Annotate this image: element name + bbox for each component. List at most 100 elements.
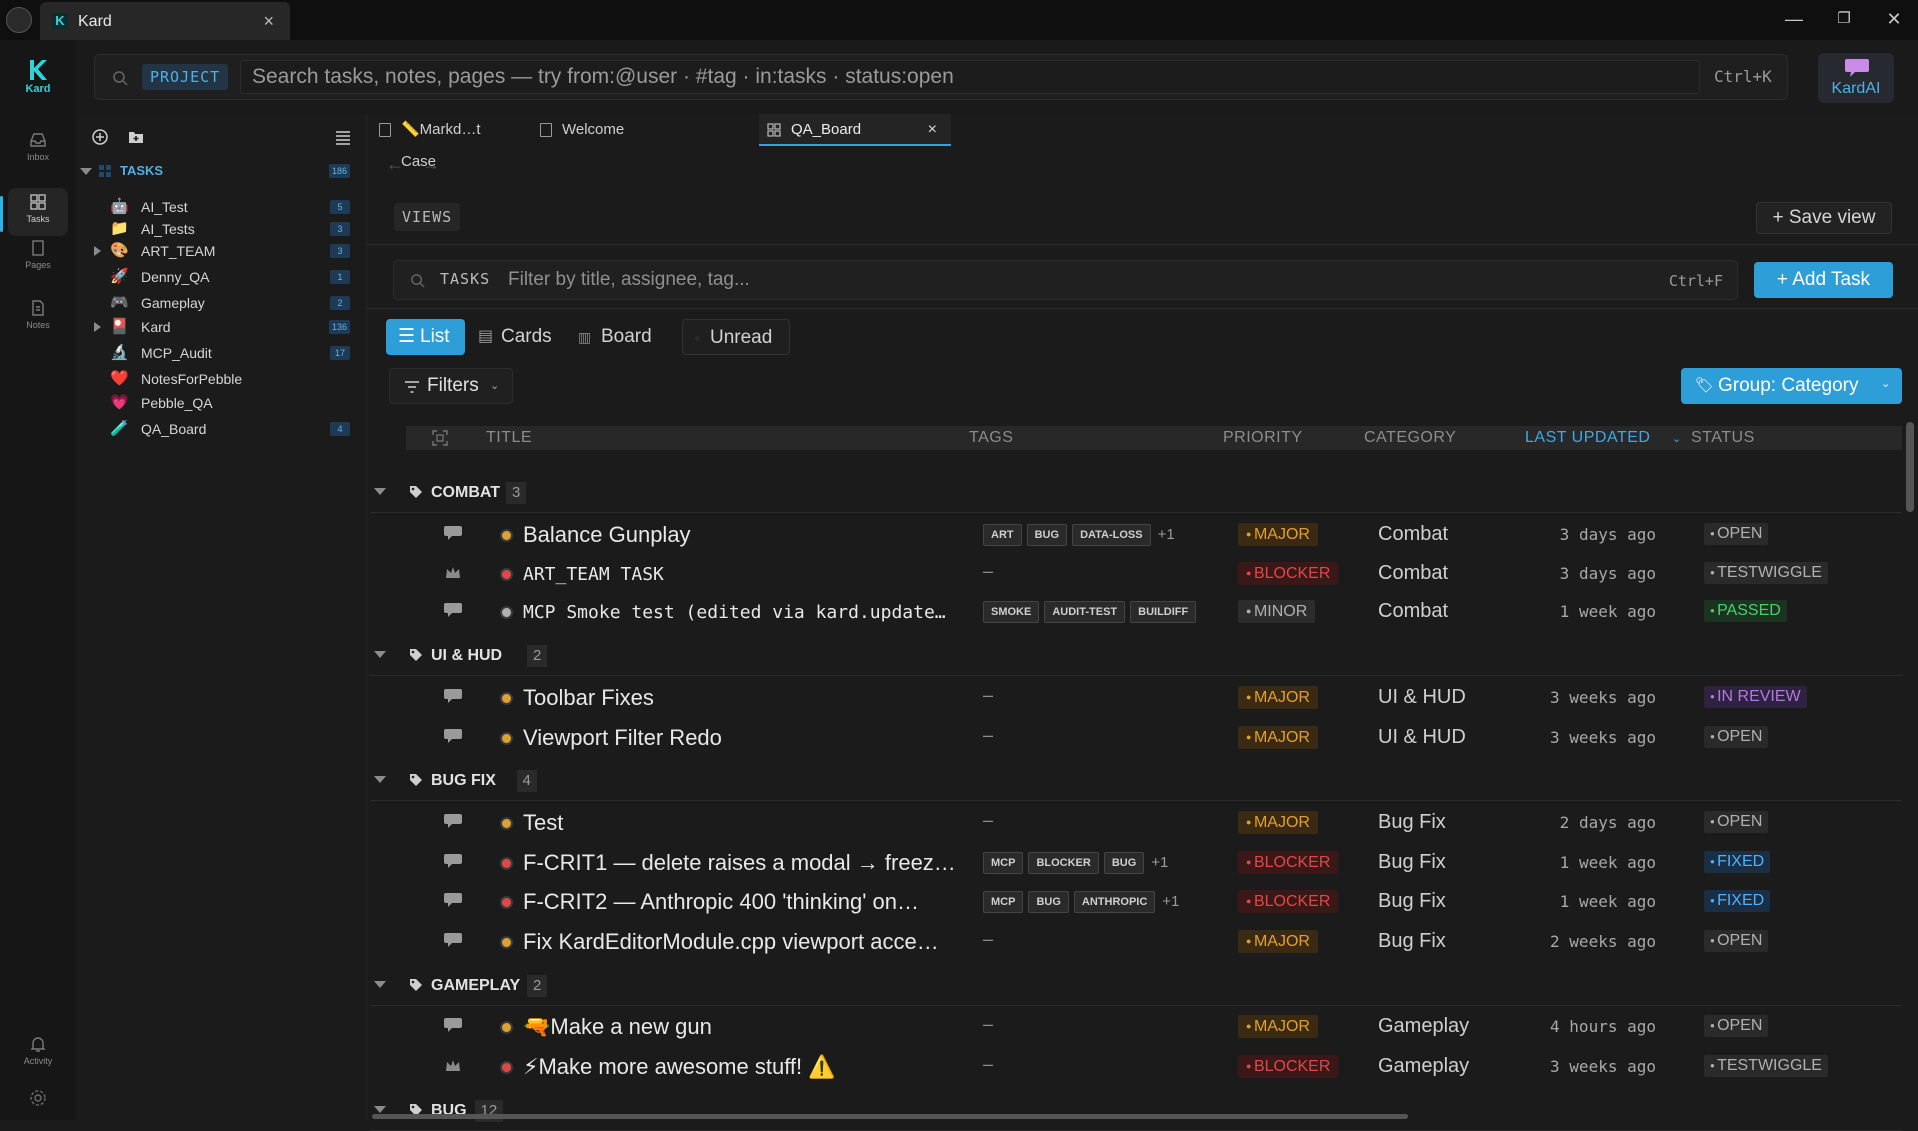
group-header[interactable]: COMBAT 3 <box>370 472 1902 513</box>
comment-icon[interactable] <box>443 852 463 870</box>
status-badge[interactable]: ● PASSED <box>1704 600 1787 622</box>
group-header[interactable]: BUG FIX 4 <box>370 760 1902 801</box>
collapse-caret-icon[interactable] <box>374 1106 386 1113</box>
priority-badge[interactable]: ● MAJOR <box>1238 686 1318 709</box>
comment-icon[interactable] <box>443 524 463 542</box>
tag-badge[interactable]: DATA-LOSS <box>1072 524 1151 546</box>
status-badge[interactable]: ● OPEN <box>1704 811 1769 833</box>
status-badge[interactable]: ● TESTWIGGLE <box>1704 562 1828 584</box>
status-badge[interactable]: ● OPEN <box>1704 930 1769 952</box>
rail-item-tasks[interactable]: Tasks <box>0 188 68 236</box>
tree-item[interactable]: 🔬 MCP_Audit 17 <box>76 342 366 364</box>
comment-icon[interactable] <box>443 727 463 745</box>
column-header-tags[interactable]: TAGS <box>969 429 1013 447</box>
tag-badge[interactable]: ART <box>983 524 1022 546</box>
more-tags-count[interactable]: +1 <box>1149 853 1170 873</box>
priority-badge[interactable]: ● BLOCKER <box>1238 1055 1339 1078</box>
tree-item[interactable]: 🚀 Denny_QA 1 <box>76 266 366 288</box>
priority-badge[interactable]: ● MAJOR <box>1238 930 1318 953</box>
add-circle-icon[interactable] <box>91 128 109 146</box>
tag-badge[interactable]: BUG <box>1103 852 1145 874</box>
comment-icon[interactable] <box>443 1016 463 1034</box>
comment-icon[interactable] <box>443 931 463 949</box>
tag-badge[interactable]: SMOKE <box>983 601 1040 623</box>
task-title[interactable]: ⚡Make more awesome stuff! ⚠️ <box>523 1054 836 1080</box>
column-header-category[interactable]: CATEGORY <box>1364 429 1456 447</box>
save-view-button[interactable]: + Save view <box>1756 202 1892 234</box>
kardai-button[interactable]: KardAI <box>1818 53 1894 103</box>
sort-desc-icon[interactable]: ⌄ <box>1672 432 1682 445</box>
tag-badge[interactable]: MCP <box>983 891 1024 913</box>
table-row[interactable]: Test – ● MAJOR Bug Fix 2 days ago ● OPEN <box>370 802 1902 842</box>
tag-badge[interactable]: MCP <box>983 852 1024 874</box>
tag-badge[interactable]: BUG <box>1028 891 1069 913</box>
priority-badge[interactable]: ● MAJOR <box>1238 811 1318 834</box>
tree-item[interactable]: 🎨 ART_TEAM 3 <box>76 240 366 262</box>
maximize-button[interactable]: ❐ <box>1824 4 1864 34</box>
comment-icon[interactable] <box>443 687 463 705</box>
table-row[interactable]: 🔫Make a new gun – ● MAJOR Gameplay 4 hours a… <box>370 1006 1902 1046</box>
tag-badge[interactable]: BUILDIFF <box>1130 601 1197 623</box>
table-row[interactable]: Toolbar Fixes – ● MAJOR UI & HUD 3 weeks ago… <box>370 677 1902 717</box>
task-title[interactable]: Fix KardEditorModule.cpp viewport acce… <box>523 929 939 955</box>
comment-icon[interactable] <box>443 891 463 909</box>
doc-tab-welcome[interactable]: Welcome <box>532 114 672 146</box>
group-header[interactable]: GAMEPLAY 2 <box>370 965 1902 1006</box>
comment-icon[interactable] <box>443 812 463 830</box>
status-badge[interactable]: ● OPEN <box>1704 726 1769 748</box>
expand-caret-icon[interactable] <box>94 322 101 332</box>
tag-badge[interactable]: BLOCKER <box>1028 852 1099 874</box>
task-title[interactable]: F-CRIT1 — delete raises a modal → freez… <box>523 850 956 876</box>
table-row[interactable]: F-CRIT1 — delete raises a modal → freez…… <box>370 842 1902 882</box>
priority-badge[interactable]: ● MAJOR <box>1238 726 1318 749</box>
task-title[interactable]: Toolbar Fixes <box>523 685 654 711</box>
tree-item[interactable]: 🎴 Kard 136 <box>76 316 366 338</box>
global-search-input[interactable]: Search tasks, notes, pages — try from:@u… <box>240 60 1700 94</box>
search-scope-chip[interactable]: PROJECT <box>142 64 229 90</box>
view-tab-unread[interactable]: Unread <box>682 319 790 355</box>
view-tab-cards[interactable]: ▤ Cards <box>468 319 568 355</box>
tree-item[interactable]: 🎮 Gameplay 2 <box>76 292 366 314</box>
table-row[interactable]: F-CRIT2 — Anthropic 400 'thinking' on… MC… <box>370 881 1902 921</box>
table-row[interactable]: ⚡Make more awesome stuff! ⚠️ – ● BLOCKER Ga… <box>370 1046 1902 1086</box>
back-arrow-icon[interactable]: ← <box>386 154 404 175</box>
minimize-button[interactable]: — <box>1774 4 1814 34</box>
tag-badge[interactable]: AUDIT-TEST <box>1044 601 1126 623</box>
window-tab-close-icon[interactable]: × <box>263 11 274 32</box>
tree-item[interactable]: 💗 Pebble_QA <box>76 392 366 414</box>
list-view-icon[interactable] <box>334 128 352 146</box>
task-title[interactable]: 🔫Make a new gun <box>523 1014 712 1040</box>
add-task-button[interactable]: + Add Task <box>1754 262 1893 298</box>
window-tab[interactable]: K Kard × <box>40 2 290 40</box>
rail-item-pages[interactable]: Pages <box>8 238 68 278</box>
status-badge[interactable]: ● FIXED <box>1704 890 1771 912</box>
task-title[interactable]: Test <box>523 810 563 836</box>
view-tab-list[interactable]: ☰ List <box>386 319 465 355</box>
priority-badge[interactable]: ● MAJOR <box>1238 1015 1318 1038</box>
group-header[interactable]: BUG 12 <box>370 1090 1902 1131</box>
rail-item-activity[interactable]: Activity <box>8 1034 68 1074</box>
tag-badge[interactable]: BUG <box>1026 524 1068 546</box>
column-header-last-updated[interactable]: LAST UPDATED <box>1525 429 1650 447</box>
column-header-priority[interactable]: PRIORITY <box>1223 429 1303 447</box>
status-badge[interactable]: ● OPEN <box>1704 523 1769 545</box>
vertical-scrollbar[interactable] <box>1906 422 1914 512</box>
task-title[interactable]: F-CRIT2 — Anthropic 400 'thinking' on… <box>523 889 919 915</box>
more-tags-count[interactable]: +1 <box>1156 525 1177 545</box>
collapse-caret-icon[interactable] <box>374 651 386 658</box>
group-by-button[interactable]: 🏷 Group: Category ⌄ <box>1681 368 1902 404</box>
priority-badge[interactable]: ● BLOCKER <box>1238 851 1339 874</box>
collapse-caret-icon[interactable] <box>374 488 386 495</box>
task-filter-input[interactable]: Filter by title, assignee, tag... <box>508 269 750 291</box>
tree-item[interactable]: 🧪 QA_Board 4 <box>76 418 366 440</box>
rail-item-inbox[interactable]: Inbox <box>8 130 68 170</box>
filters-button[interactable]: Filters ⌄ <box>389 368 513 404</box>
new-folder-icon[interactable] <box>127 128 145 146</box>
status-badge[interactable]: ● IN REVIEW <box>1704 686 1807 708</box>
table-row[interactable]: Viewport Filter Redo – ● MAJOR UI & HUD 3 we… <box>370 717 1902 757</box>
priority-badge[interactable]: ● BLOCKER <box>1238 890 1339 913</box>
comment-icon[interactable] <box>443 601 463 619</box>
view-tab-board[interactable]: ▥ Board <box>568 319 668 355</box>
app-menu-icon[interactable] <box>6 7 32 33</box>
task-title[interactable]: Viewport Filter Redo <box>523 725 722 751</box>
